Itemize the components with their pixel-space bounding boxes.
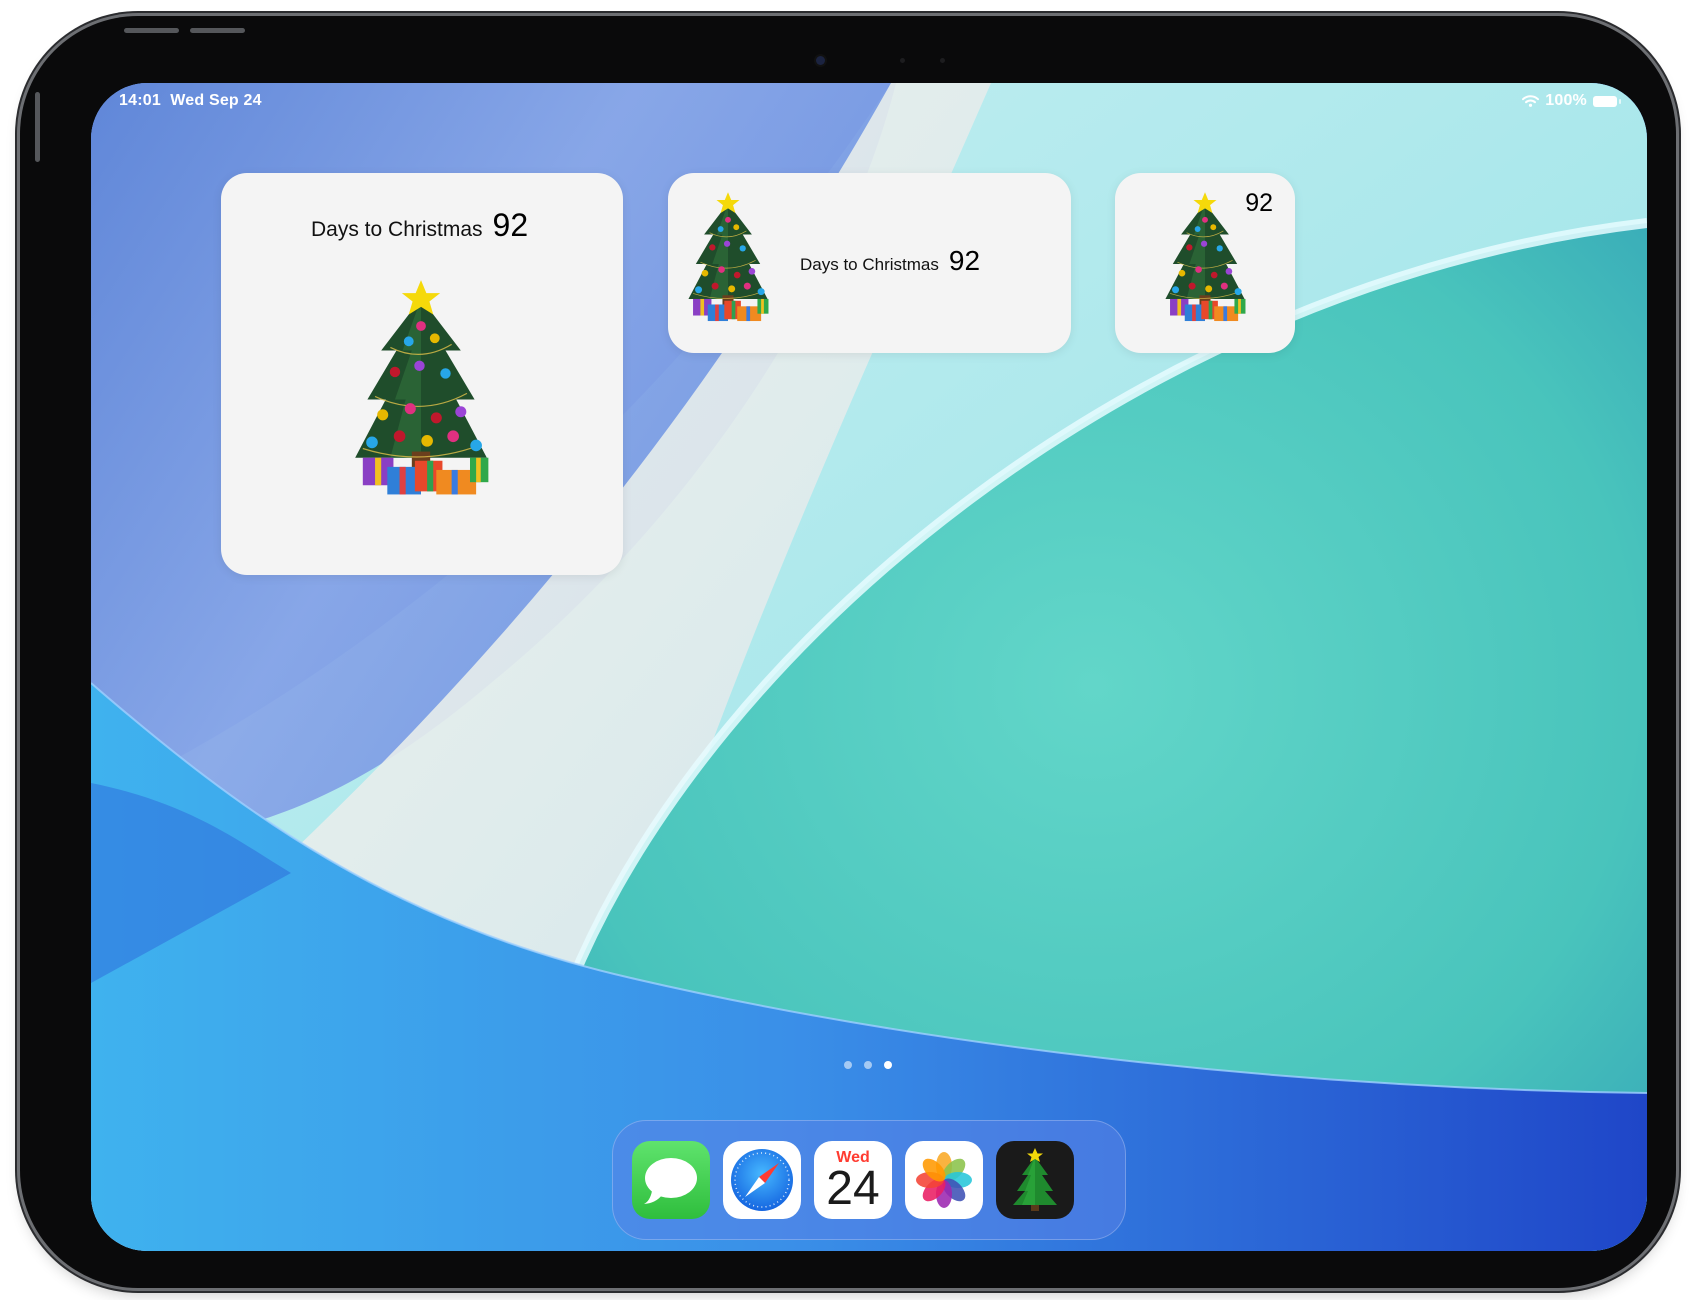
page-dot[interactable] xyxy=(864,1061,872,1069)
widget-title: Days to Christmas xyxy=(311,218,483,241)
status-date: Wed Sep 24 xyxy=(170,92,262,109)
page-dot[interactable] xyxy=(844,1061,852,1069)
top-button xyxy=(35,92,40,162)
christmas-tree-icon xyxy=(341,277,501,522)
safari-app-icon[interactable] xyxy=(723,1141,801,1219)
widget-title-row: Days to Christmas 92 xyxy=(800,245,980,277)
compass-icon xyxy=(731,1149,793,1211)
status-indicators: 100% xyxy=(1522,92,1621,110)
dock: Wed 24 xyxy=(612,1120,1126,1240)
calendar-day: 24 xyxy=(826,1162,880,1215)
christmas-countdown-app-icon[interactable] xyxy=(996,1141,1074,1219)
christmas-widget-small[interactable]: 92 xyxy=(1115,173,1295,353)
christmas-tree-icon xyxy=(1013,1148,1057,1211)
days-count: 92 xyxy=(1245,189,1273,217)
sensor xyxy=(940,58,945,63)
christmas-tree-icon xyxy=(1159,189,1251,339)
speech-bubble-icon xyxy=(644,1158,697,1204)
home-screen: 14:01 Wed Sep 24 100% Days to Christmas … xyxy=(91,83,1647,1251)
messages-app-icon[interactable] xyxy=(632,1141,710,1219)
wifi-icon xyxy=(1522,95,1540,107)
christmas-tree-icon xyxy=(682,189,774,339)
status-time-date: 14:01 Wed Sep 24 xyxy=(119,92,262,110)
volume-up-button xyxy=(124,28,179,33)
widget-title-row: Days to Christmas 92 xyxy=(311,207,528,244)
page-indicator[interactable] xyxy=(844,1061,892,1069)
calendar-app-icon[interactable]: Wed 24 xyxy=(814,1141,892,1219)
battery-percentage: 100% xyxy=(1545,92,1587,109)
ipad-device-frame: 14:01 Wed Sep 24 100% Days to Christmas … xyxy=(20,16,1676,1288)
photos-app-icon[interactable] xyxy=(905,1141,983,1219)
volume-down-button xyxy=(190,28,245,33)
widget-title: Days to Christmas xyxy=(800,255,939,274)
sensor xyxy=(900,58,905,63)
days-count: 92 xyxy=(948,245,981,276)
christmas-widget-large[interactable]: Days to Christmas 92 xyxy=(221,173,623,575)
status-time: 14:01 xyxy=(119,92,161,109)
page-dot-active[interactable] xyxy=(884,1061,892,1069)
christmas-widget-medium[interactable]: Days to Christmas 92 xyxy=(668,173,1071,353)
photos-flower-icon xyxy=(916,1152,972,1208)
days-count: 92 xyxy=(492,207,529,243)
front-camera xyxy=(816,56,825,65)
battery-icon xyxy=(1593,95,1621,107)
